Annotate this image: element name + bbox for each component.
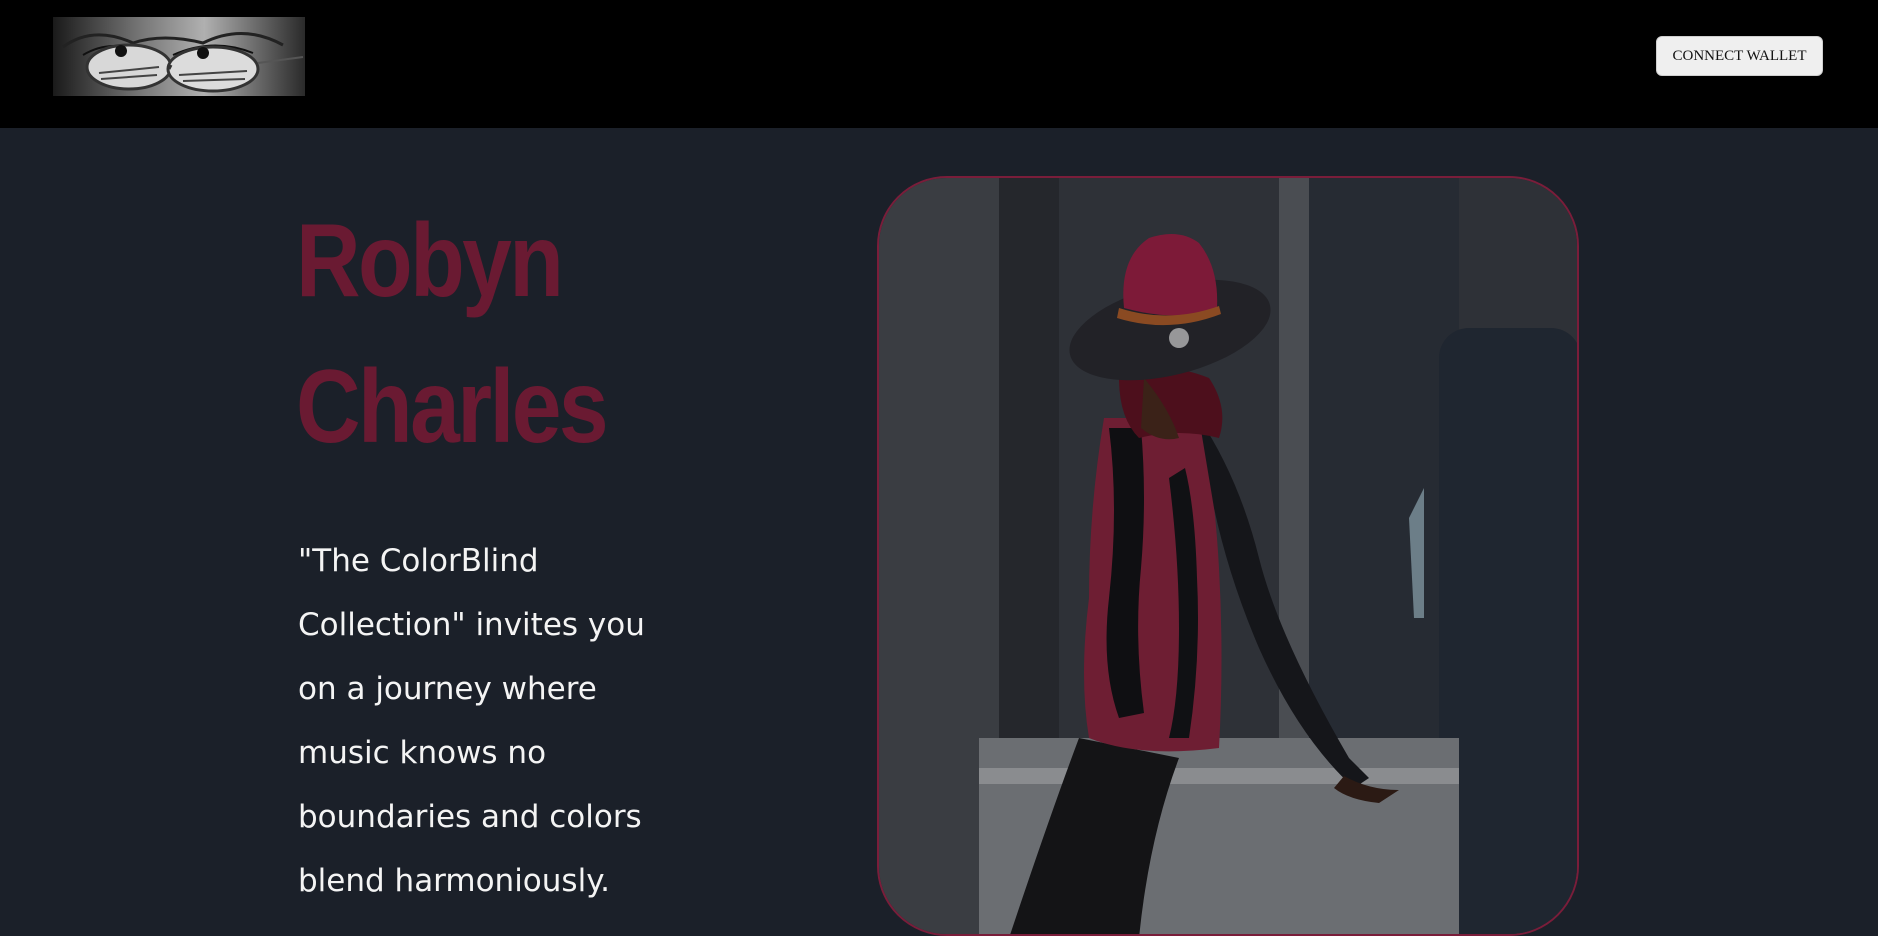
collection-tagline: "The ColorBlind Collection" invites you … — [298, 543, 645, 899]
artist-portrait-icon — [879, 178, 1577, 934]
eyes-glasses-logo-icon — [53, 17, 305, 96]
artist-first-name: Robyn — [296, 203, 564, 319]
connect-wallet-button[interactable]: CONNECT WALLET — [1656, 36, 1823, 76]
logo-image[interactable] — [53, 17, 305, 96]
artist-name-heading: Robyn Charles — [296, 188, 623, 480]
artist-last-name: Charles — [296, 349, 609, 465]
artist-photo — [877, 176, 1579, 936]
top-bar: CONNECT WALLET — [0, 0, 1878, 128]
